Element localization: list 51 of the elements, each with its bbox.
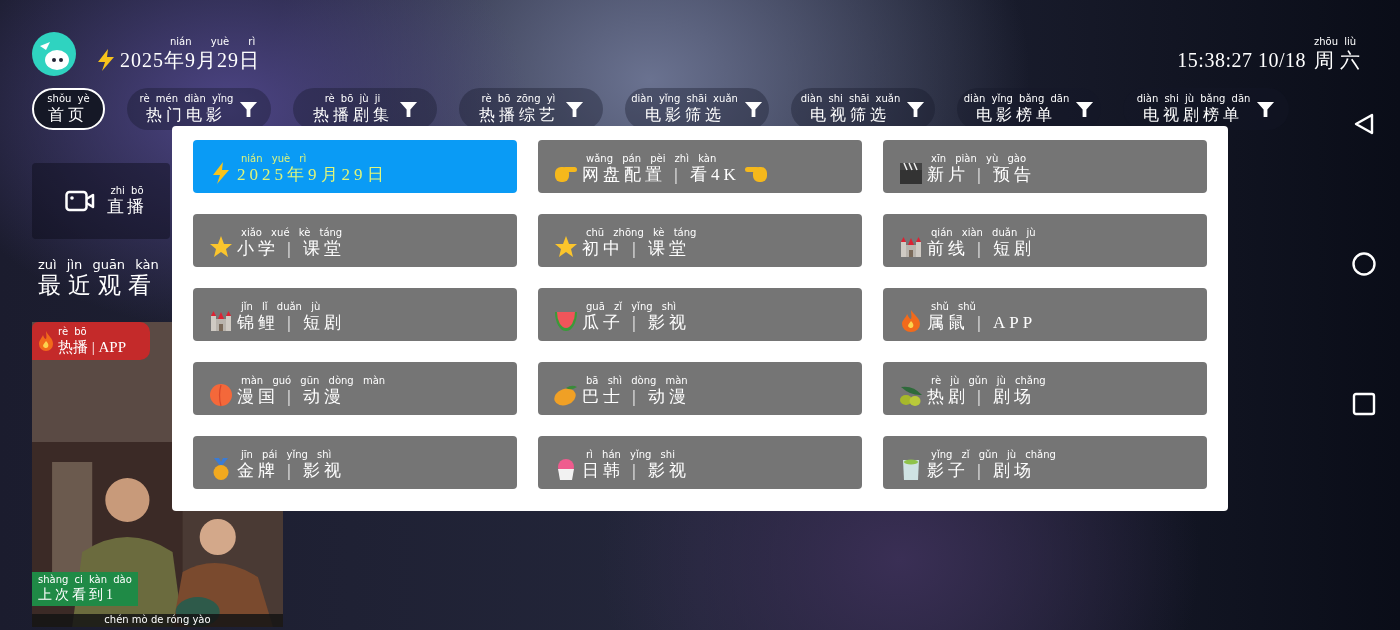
date-text: 2025年9月29日 (120, 48, 260, 72)
live-label: 直播 (107, 197, 147, 217)
live-pinyin: zhi bō (110, 185, 144, 197)
menu-item[interactable]: shǔ shǔ 属鼠 | APP (883, 288, 1207, 341)
heading-pinyin: zuì jìn guān kàn (38, 257, 159, 272)
menu-item[interactable]: nián yuè rì 2025年9月29日 (193, 140, 517, 193)
title-pinyin: chén mò de róng yào (104, 614, 211, 627)
clapperboard-icon (899, 160, 923, 185)
peach-icon (209, 382, 233, 407)
filter-icon (564, 99, 584, 119)
filter-icon (239, 99, 259, 119)
menu-item[interactable]: bā shì dòng màn 巴士 | 动漫 (538, 362, 862, 415)
menu-item[interactable]: jǐn lǐ duǎn jù 锦鲤 | 短剧 (193, 288, 517, 341)
filter-icon (906, 99, 926, 119)
filter-icon (743, 99, 763, 119)
menu-item[interactable]: rè jù gǔn jù chǎng 热剧 | 剧场 (883, 362, 1207, 415)
weekday-text: 周六 (1314, 48, 1366, 72)
progress-badge: shàng ci kàn dào 上次看到1 (32, 572, 138, 606)
castle-icon (209, 308, 233, 333)
menu-item[interactable]: xīn piàn yù gào 新片 | 预告 (883, 140, 1207, 193)
badge-pinyin: rè bō (58, 326, 87, 338)
star-icon (554, 234, 578, 259)
star-icon (209, 234, 233, 259)
menu-item[interactable]: chū zhōng kè táng 初中 | 课堂 (538, 214, 862, 267)
filter-icon (1075, 99, 1095, 119)
weekday-pinyin: zhōu liù (1314, 36, 1357, 48)
menu-item[interactable]: xiǎo xué kè táng 小学 | 课堂 (193, 214, 517, 267)
back-icon[interactable] (1352, 112, 1376, 136)
menu-item[interactable]: qián xiàn duǎn jù 前线 | 短剧 (883, 214, 1207, 267)
filter-icon (398, 99, 418, 119)
menu-item[interactable]: guā zǐ yǐng shì 瓜子 | 影视 (538, 288, 862, 341)
recents-icon[interactable] (1352, 392, 1376, 416)
date-pinyin: nián yuè rì (169, 36, 256, 48)
menu-item[interactable]: yǐng zǐ gǔn jù chǎng 影子 | 剧场 (883, 436, 1207, 489)
logo-icon (32, 32, 76, 76)
badge-text: 热播 | APP (58, 338, 127, 356)
menu-item[interactable]: rì hán yǐng shi 日韩 | 影视 (538, 436, 862, 489)
live-card[interactable]: zhi bō 直播 (32, 163, 170, 239)
home-tab[interactable]: shǒu yè 首页 (32, 88, 105, 130)
clock-time: 15:38:27 10/18 (1177, 48, 1306, 72)
menu-item[interactable]: màn guó gūn dòng màn 漫国 | 动漫 (193, 362, 517, 415)
video-camera-icon (65, 189, 95, 213)
filter-tab[interactable]: rè mén diàn yǐng 热门电影 (127, 88, 271, 130)
fire-icon (899, 308, 923, 333)
menu-item[interactable]: jīn pái yǐng shì 金牌 | 影视 (193, 436, 517, 489)
castle-icon (899, 234, 923, 259)
fire-icon (38, 330, 54, 352)
home-icon[interactable] (1352, 252, 1376, 276)
filter-icon (1256, 99, 1276, 119)
menu-item[interactable]: wǎng pán pèi zhì kàn 网盘配置 | 看4K (538, 140, 862, 193)
section-heading: 最近观看 (38, 272, 158, 300)
